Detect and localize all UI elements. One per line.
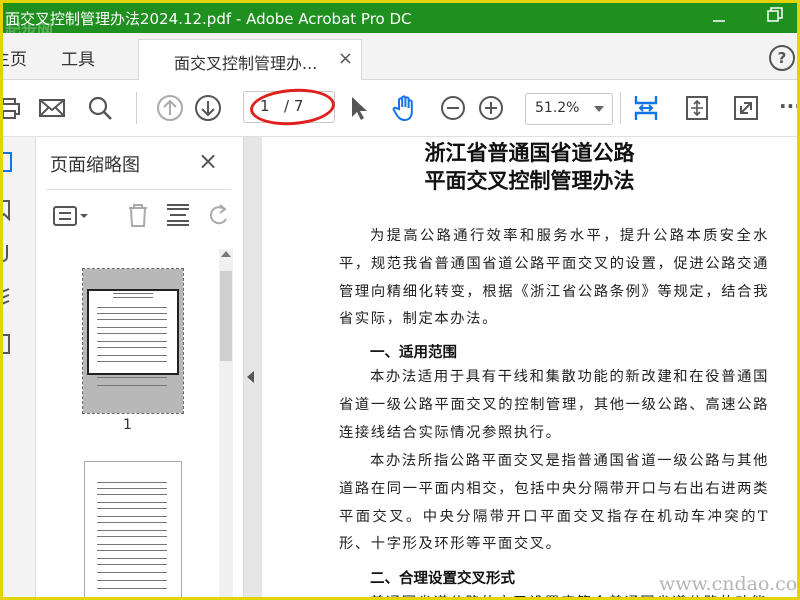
document-tab[interactable]: 面交叉控制管理办... ×	[138, 39, 362, 80]
thumbnail-text-line	[97, 580, 167, 581]
fit-width-icon[interactable]	[632, 94, 660, 122]
thumbnail-text-line	[97, 313, 167, 314]
thumbnail-text-line	[97, 530, 167, 531]
thumbnail-text-line	[97, 333, 167, 334]
print-icon[interactable]	[0, 94, 23, 122]
scrollbar-thumb[interactable]	[220, 271, 232, 361]
zoom-value: 51.2%	[535, 100, 580, 116]
scroll-mode-icon[interactable]	[683, 94, 711, 122]
page-thumbnail[interactable]	[84, 461, 182, 597]
thumbnail-text-line	[97, 482, 167, 483]
menu-bar: 主页 工具 面交叉控制管理办... × ?	[3, 33, 797, 80]
next-page-icon[interactable]	[194, 94, 222, 122]
more-tools-icon[interactable]: ···	[779, 94, 797, 118]
thumbnail-text-line	[97, 319, 167, 320]
toolbar-divider	[620, 92, 621, 124]
bookmarks-nav-icon[interactable]	[0, 199, 17, 223]
window-title: 面交叉控制管理办法2024.12.pdf - Adobe Acrobat Pro…	[5, 10, 412, 28]
document-tab-label: 面交叉控制管理办...	[174, 54, 318, 73]
restore-button[interactable]	[755, 5, 795, 31]
thumbnail-text-line	[97, 522, 167, 523]
document-title-line-2: 平面交叉控制管理办法	[424, 168, 635, 193]
panel-divider	[46, 189, 231, 190]
content-nav-icon[interactable]	[0, 333, 17, 357]
site-url-watermark: www.cndao.com	[659, 573, 800, 595]
hand-tool-icon[interactable]	[391, 94, 419, 122]
email-icon[interactable]	[38, 94, 66, 122]
delete-page-icon[interactable]	[124, 201, 152, 229]
page-thumbnails-panel: 页面缩略图 × 1	[36, 137, 244, 597]
document-title-line-1: 浙江省普通国省道公路	[424, 140, 635, 165]
full-screen-icon[interactable]	[732, 94, 760, 122]
thumbnail-text-line	[97, 564, 167, 565]
paragraph: 本办法适用于具有干线和集散功能的新改建和在役普通国省道一级公路平面交叉的控制管理…	[339, 369, 769, 441]
panel-close-icon[interactable]: ×	[198, 147, 218, 175]
navigation-strip	[0, 137, 36, 597]
section-heading: 二、合理设置交叉形式	[370, 571, 515, 587]
thumbnail-text-line	[97, 385, 167, 386]
menu-home[interactable]: 主页	[3, 45, 27, 70]
minimize-button[interactable]	[699, 5, 739, 31]
paragraph: 本办法所指公路平面交叉是指普通国省道一级公路与其他道路在同一平面内相交，包括中央…	[339, 453, 769, 553]
menu-tools[interactable]: 工具	[61, 45, 95, 70]
insert-page-icon[interactable]	[164, 201, 192, 229]
zoom-in-icon[interactable]	[477, 94, 505, 122]
document-page: 浙江省普通国省道公路 平面交叉控制管理办法 为提高公路通行效率和服务水平，提升公…	[262, 137, 797, 597]
collapse-panel-icon[interactable]	[247, 371, 254, 383]
thumbnail-text-line	[97, 550, 167, 551]
thumbnail-text-line	[113, 293, 153, 294]
thumbnail-text-line	[97, 516, 167, 517]
restore-icon	[767, 7, 783, 22]
thumbnail-text-line	[97, 508, 167, 509]
thumbnail-text-line	[97, 588, 167, 589]
tab-close-icon[interactable]: ×	[338, 48, 353, 69]
thumbnail-options-icon[interactable]	[52, 203, 92, 229]
thumbnail-viewport-frame	[87, 289, 179, 375]
thumbnail-text-line	[97, 347, 167, 348]
toolbar: ···	[3, 80, 797, 137]
section-heading: 一、适用范围	[370, 345, 457, 361]
paragraph: 为提高公路通行效率和服务水平，提升公路本质安全水平，规范我省普通国省道公路平面交…	[339, 228, 769, 328]
thumbnail-text-line	[97, 355, 167, 356]
search-icon[interactable]	[86, 94, 114, 122]
layers-nav-icon[interactable]	[0, 287, 17, 311]
thumbnail-text-line	[97, 544, 167, 545]
page-thumbnail[interactable]	[82, 268, 184, 414]
thumbnail-text-line	[97, 327, 167, 328]
thumbnail-text-line	[97, 494, 167, 495]
zoom-out-icon[interactable]	[439, 94, 467, 122]
panel-title: 页面缩略图	[50, 155, 140, 176]
thumbnail-text-line	[97, 558, 167, 559]
thumbnail-text-line	[97, 377, 167, 378]
thumbnail-scrollbar[interactable]	[219, 249, 233, 597]
thumbnail-text-line	[97, 488, 167, 489]
help-icon[interactable]: ?	[769, 45, 795, 71]
thumbnail-text-line	[97, 572, 167, 573]
zoom-dropdown[interactable]: 51.2%	[525, 93, 613, 125]
app-window: 面交叉控制管理办法2024.12.pdf - Adobe Acrobat Pro…	[0, 0, 800, 600]
previous-page-icon[interactable]	[156, 94, 184, 122]
minimize-icon	[713, 20, 725, 22]
rotate-page-icon[interactable]	[204, 201, 232, 229]
thumbnail-text-line	[113, 297, 153, 298]
scroll-up-icon[interactable]	[221, 251, 231, 257]
thumbnail-text-line	[97, 502, 167, 503]
attachments-nav-icon[interactable]	[0, 241, 17, 265]
page-thumbnails-nav-icon[interactable]	[0, 151, 17, 175]
title-bar: 面交叉控制管理办法2024.12.pdf - Adobe Acrobat Pro…	[3, 3, 797, 40]
toolbar-divider	[136, 92, 137, 124]
thumbnail-text-line	[97, 536, 167, 537]
select-cursor-icon[interactable]	[345, 94, 373, 122]
thumbnail-text-line	[97, 341, 167, 342]
thumbnail-text-line	[97, 307, 167, 308]
chevron-down-icon	[594, 106, 604, 112]
thumbnail-text-line	[97, 361, 167, 362]
page-number-label: 1	[123, 417, 132, 433]
